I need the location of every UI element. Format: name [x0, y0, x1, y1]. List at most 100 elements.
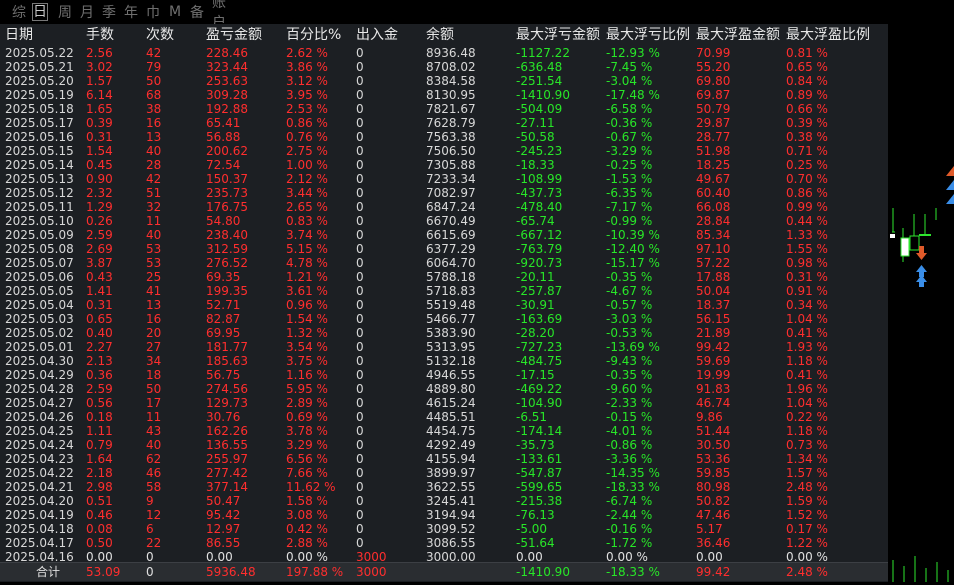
tab-4[interactable]: 季	[100, 2, 118, 22]
cell-date: 2025.04.27	[5, 396, 74, 410]
cell-max-fp-pct: 0.34 %	[786, 298, 828, 312]
table-row[interactable]: 2025.04.25 1.11 43 162.26 3.78 % 0 4454.75 -174…	[0, 424, 888, 438]
header-max-fp[interactable]: 最大浮盈金额	[696, 26, 780, 44]
cell-pct: 7.66 %	[286, 466, 328, 480]
header-max-dd-pct[interactable]: 最大浮亏比例	[606, 26, 690, 44]
cell-lots: 0.90	[86, 172, 113, 186]
table-row[interactable]: 2025.05.05 1.41 41 199.35 3.61 % 0 5718.83 -257…	[0, 284, 888, 298]
header-max-dd[interactable]: 最大浮亏金额	[516, 26, 600, 44]
table-row[interactable]: 2025.04.17 0.50 22 86.55 2.88 % 0 3086.55 -51.6…	[0, 536, 888, 550]
cell-max-dd-pct: -0.36 %	[606, 116, 653, 130]
tab-0[interactable]: 综	[10, 2, 28, 22]
table-row[interactable]: 2025.05.20 1.57 50 253.63 3.12 % 0 8384.58 -251…	[0, 74, 888, 88]
cell-lots: 0.45	[86, 158, 113, 172]
table-row[interactable]: 2025.05.04 0.31 13 52.71 0.96 % 0 5519.48 -30.9…	[0, 298, 888, 312]
cell-max-fp-pct: 1.18 %	[786, 424, 828, 438]
cell-deposit: 0	[356, 368, 364, 382]
cell-balance: 3245.41	[426, 494, 476, 508]
cell-pct: 11.62 %	[286, 480, 336, 494]
table-row[interactable]: 2025.05.22 2.56 42 228.46 2.62 % 0 8936.48 -112…	[0, 46, 888, 60]
header-count[interactable]: 次数	[146, 26, 174, 44]
table-row[interactable]: 2025.05.08 2.69 53 312.59 5.15 % 0 6377.29 -763…	[0, 242, 888, 256]
cell-max-fp-pct: 0.70 %	[786, 172, 828, 186]
cell-pnl: 377.14	[206, 480, 248, 494]
table-row[interactable]: 2025.05.15 1.54 40 200.62 2.75 % 0 7506.50 -245…	[0, 144, 888, 158]
tab-6[interactable]: 巾	[144, 2, 162, 22]
table-row[interactable]: 2025.05.01 2.27 27 181.77 3.54 % 0 5313.95 -727…	[0, 340, 888, 354]
cell-max-dd-pct: -0.35 %	[606, 368, 653, 382]
header-lots[interactable]: 手数	[86, 26, 114, 44]
table-row[interactable]: 2025.05.19 6.14 68 309.28 3.95 % 0 8130.95 -141…	[0, 88, 888, 102]
tab-7[interactable]: M	[166, 4, 184, 20]
cell-pnl: 162.26	[206, 424, 248, 438]
tab-3[interactable]: 月	[78, 2, 96, 22]
total-lots: 53.09	[86, 565, 121, 579]
cell-deposit: 0	[356, 438, 364, 452]
cell-lots: 1.64	[86, 452, 113, 466]
table-row[interactable]: 2025.04.23 1.64 62 255.97 6.56 % 0 4155.94 -133…	[0, 452, 888, 466]
tab-5[interactable]: 年	[122, 2, 140, 22]
table-row[interactable]: 2025.04.28 2.59 50 274.56 5.95 % 0 4889.80 -469…	[0, 382, 888, 396]
table-row[interactable]: 2025.04.26 0.18 11 30.76 0.69 % 0 4485.51 -6.51…	[0, 410, 888, 424]
tab-2[interactable]: 周	[56, 2, 74, 22]
total-label: 合计	[36, 565, 61, 579]
table-row[interactable]: 2025.05.14 0.45 28 72.54 1.00 % 0 7305.88 -18.3…	[0, 158, 888, 172]
cell-count: 53	[146, 256, 162, 270]
price-chart-strip[interactable]	[888, 0, 954, 582]
table-row[interactable]: 2025.05.16 0.31 13 56.88 0.76 % 0 7563.38 -50.5…	[0, 130, 888, 144]
table-row[interactable]: 2025.05.02 0.40 20 69.95 1.32 % 0 5383.90 -28.2…	[0, 326, 888, 340]
table-row[interactable]: 2025.04.29 0.36 18 56.75 1.16 % 0 4946.55 -17.1…	[0, 368, 888, 382]
table-row[interactable]: 2025.04.24 0.79 40 136.55 3.29 % 0 4292.49 -35.…	[0, 438, 888, 452]
table-row[interactable]: 2025.05.09 2.59 40 238.40 3.74 % 0 6615.69 -667…	[0, 228, 888, 242]
table-row[interactable]: 2025.04.21 2.98 58 377.14 11.62 % 0 3622.55 -59…	[0, 480, 888, 494]
cell-deposit: 0	[356, 88, 364, 102]
table-row[interactable]: 2025.05.12 2.32 51 235.73 3.44 % 0 7082.97 -437…	[0, 186, 888, 200]
cell-max-dd-pct: -0.86 %	[606, 438, 653, 452]
cell-lots: 2.27	[86, 340, 113, 354]
cell-pct: 0.76 %	[286, 130, 328, 144]
table-row[interactable]: 2025.05.18 1.65 38 192.88 2.53 % 0 7821.67 -504…	[0, 102, 888, 116]
header-date[interactable]: 日期	[5, 26, 33, 44]
cell-date: 2025.05.16	[5, 130, 74, 144]
cell-lots: 0.65	[86, 312, 113, 326]
table-row[interactable]: 2025.05.21 3.02 79 323.44 3.86 % 0 8708.02 -636…	[0, 60, 888, 74]
table-row[interactable]: 2025.05.03 0.65 16 82.87 1.54 % 0 5466.77 -163.…	[0, 312, 888, 326]
daily-report-panel: 日期 手数 次数 盈亏金额 百分比% 出入金 余额 最大浮亏金额 最大浮亏比例 最大浮盈金额 最大浮…	[0, 24, 888, 582]
table-row[interactable]: 2025.05.10 0.26 11 54.80 0.83 % 0 6670.49 -65.7…	[0, 214, 888, 228]
cell-count: 16	[146, 116, 162, 130]
cell-max-fp-pct: 1.04 %	[786, 396, 828, 410]
header-max-fp-pct[interactable]: 最大浮盈比例	[786, 26, 870, 44]
header-balance[interactable]: 余额	[426, 26, 454, 44]
table-row[interactable]: 2025.04.27 0.56 17 129.73 2.89 % 0 4615.24 -104…	[0, 396, 888, 410]
cell-max-dd: -27.11	[516, 116, 555, 130]
cell-pct: 2.62 %	[286, 46, 328, 60]
cell-max-dd-pct: -6.74 %	[606, 494, 653, 508]
header-pct[interactable]: 百分比%	[286, 26, 341, 44]
header-pnl[interactable]: 盈亏金额	[206, 26, 262, 44]
table-row[interactable]: 2025.05.06 0.43 25 69.35 1.21 % 0 5788.18 -20.1…	[0, 270, 888, 284]
table-row[interactable]: 2025.04.18 0.08 6 12.97 0.42 % 0 3099.52 -5.00 -…	[0, 522, 888, 536]
table-row[interactable]: 2025.04.20 0.51 9 50.47 1.58 % 0 3245.41 -215.3…	[0, 494, 888, 508]
cell-max-dd: -484.75	[516, 354, 563, 368]
table-row[interactable]: 2025.05.17 0.39 16 65.41 0.86 % 0 7628.79 -27.1…	[0, 116, 888, 130]
candlestick-chart	[890, 166, 954, 582]
table-row[interactable]: 2025.04.22 2.18 46 277.42 7.66 % 0 3899.97 -547…	[0, 466, 888, 480]
cell-lots: 0.46	[86, 508, 113, 522]
cell-pct: 0.69 %	[286, 410, 328, 424]
cell-max-dd-pct: -12.40 %	[606, 242, 660, 256]
tab-8[interactable]: 备	[188, 2, 206, 22]
table-row[interactable]: 2025.04.30 2.13 34 185.63 3.75 % 0 5132.18 -484…	[0, 354, 888, 368]
cell-balance: 8936.48	[426, 46, 476, 60]
cell-max-fp: 59.69	[696, 354, 731, 368]
table-row[interactable]: 2025.05.07 3.87 53 276.52 4.78 % 0 6064.70 -920…	[0, 256, 888, 270]
table-row[interactable]: 2025.04.19 0.46 12 95.42 3.08 % 0 3194.94 -76.1…	[0, 508, 888, 522]
cell-max-fp: 5.17	[696, 522, 723, 536]
cell-max-fp: 66.08	[696, 200, 731, 214]
cell-date: 2025.05.06	[5, 270, 74, 284]
header-deposit[interactable]: 出入金	[356, 26, 398, 44]
cell-deposit: 0	[356, 214, 364, 228]
cell-count: 38	[146, 102, 162, 116]
tab-1[interactable]: 日	[32, 3, 48, 21]
table-row[interactable]: 2025.05.13 0.90 42 150.37 2.12 % 0 7233.34 -108…	[0, 172, 888, 186]
table-row[interactable]: 2025.05.11 1.29 32 176.75 2.65 % 0 6847.24 -478…	[0, 200, 888, 214]
